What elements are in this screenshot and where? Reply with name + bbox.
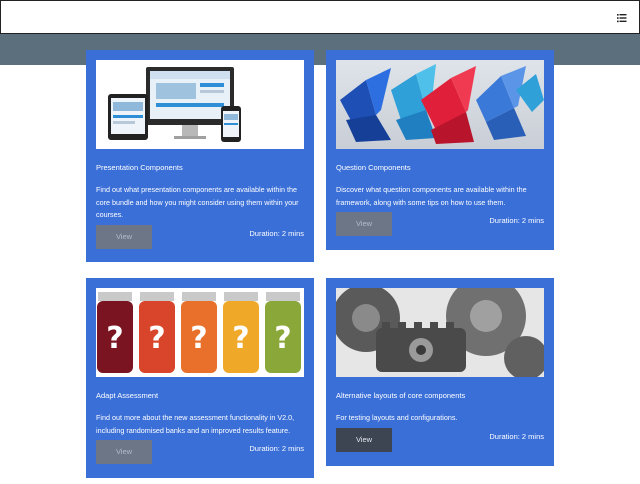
card-title: Presentation Components	[96, 163, 183, 172]
svg-text:?: ?	[190, 321, 207, 356]
card-body: For testing layouts and configurations.	[336, 413, 458, 422]
card-title: Question Components	[336, 163, 411, 172]
list-menu-icon[interactable]	[615, 11, 629, 25]
menu-item-adapt-assessment: ? ? ? ? ? Adapt Assessment Find out more…	[86, 278, 314, 478]
view-button[interactable]: View	[336, 212, 392, 236]
card-body: Find out what presentation components ar…	[96, 185, 299, 219]
card-title: Adapt Assessment	[96, 391, 159, 400]
top-navbar	[0, 0, 640, 34]
view-button[interactable]: View	[96, 224, 152, 249]
svg-text:?: ?	[274, 321, 291, 356]
devices-image	[96, 60, 304, 149]
card-footer: View Duration: 2 mins	[96, 224, 304, 251]
view-button[interactable]: View	[336, 427, 392, 452]
question-jars-image: ? ? ? ? ?	[96, 288, 304, 377]
gears-image	[336, 288, 544, 377]
menu-item-question-components: Question Components Discover what questi…	[326, 50, 554, 250]
card-footer: View Duration: 2 mins	[336, 427, 544, 454]
card-body: Discover what question components are av…	[336, 185, 527, 207]
paper-cranes-image	[336, 60, 544, 149]
duration-label: Duration: 2 mins	[249, 228, 304, 238]
svg-text:?: ?	[148, 321, 165, 356]
card-body: Find out more about the new assessment f…	[96, 413, 295, 435]
view-button[interactable]: View	[96, 440, 152, 464]
menu-item-presentation-components: Presentation Components Find out what pr…	[86, 50, 314, 262]
duration-label: Duration: 2 mins	[489, 431, 544, 441]
duration-label: Duration: 2 mins	[489, 216, 544, 225]
duration-label: Duration: 2 mins	[249, 444, 304, 453]
card-title: Alternative layouts of core components	[336, 391, 466, 400]
menu-item-alternative-layouts: Alternative layouts of core components F…	[326, 278, 554, 466]
svg-text:?: ?	[232, 321, 249, 356]
card-footer: View Duration: 2 mins	[336, 212, 544, 238]
svg-text:?: ?	[106, 321, 123, 356]
card-footer: View Duration: 2 mins	[96, 440, 304, 466]
